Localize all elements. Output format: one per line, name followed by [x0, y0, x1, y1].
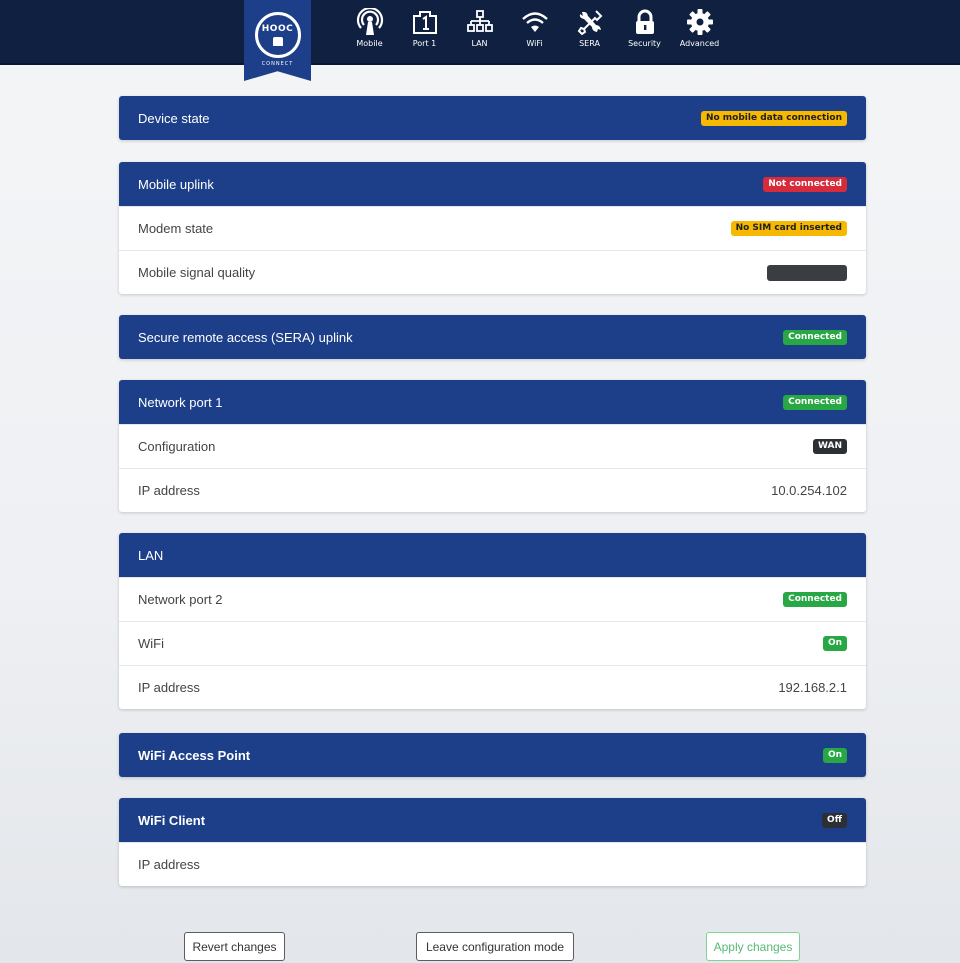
wifi-icon	[521, 12, 548, 32]
mobile-uplink-header[interactable]: Mobile uplink Not connected	[119, 162, 866, 206]
status-badge: Off	[822, 812, 847, 828]
gear-icon	[686, 9, 713, 35]
lock-icon	[635, 9, 654, 34]
logo-text: HOOC	[261, 24, 294, 34]
nav-label: WiFi	[526, 39, 543, 48]
wifi-label: WiFi	[138, 636, 164, 651]
status-badge: On	[822, 636, 847, 651]
ip-address-row: IP address 192.168.2.1	[119, 665, 866, 709]
mobile-uplink-card: Mobile uplink Not connected Modem state …	[119, 162, 866, 294]
apply-changes-button[interactable]: Apply changes	[706, 932, 800, 961]
tools-icon	[577, 10, 602, 36]
main-nav: Mobile Port 1 LAN WiFi SERA Security Adv…	[348, 8, 733, 64]
nav-label: Port 1	[412, 39, 437, 48]
status-badge: Connected	[783, 329, 847, 345]
logo-subtext: CONNECT	[261, 61, 294, 67]
nav-item-sera[interactable]: SERA	[568, 8, 611, 64]
nav-item-port1[interactable]: Port 1	[403, 8, 446, 64]
wifi-access-point-card: WiFi Access Point On	[119, 733, 866, 777]
nav-label: Advanced	[679, 39, 720, 48]
ip-address-label: IP address	[138, 857, 200, 872]
ip-address-value: 10.0.254.102	[771, 483, 847, 498]
configuration-row: Configuration WAN	[119, 424, 866, 468]
network-port2-row: Network port 2 Connected	[119, 577, 866, 621]
mobile-uplink-title: Mobile uplink	[138, 176, 214, 192]
status-badge: No SIM card inserted	[730, 221, 847, 236]
modem-state-row: Modem state No SIM card inserted	[119, 206, 866, 250]
sera-uplink-card: Secure remote access (SERA) uplink Conne…	[119, 315, 866, 359]
signal-quality-label: Mobile signal quality	[138, 265, 256, 280]
configuration-label: Configuration	[138, 439, 216, 454]
network-icon	[466, 10, 493, 32]
device-state-title: Device state	[138, 110, 210, 126]
lan-header[interactable]: LAN	[119, 533, 866, 577]
status-badge: On	[822, 747, 847, 763]
nav-label: Mobile	[356, 39, 383, 48]
revert-changes-button[interactable]: Revert changes	[184, 932, 285, 961]
nav-item-lan[interactable]: LAN	[458, 8, 501, 64]
ip-address-value: 192.168.2.1	[778, 680, 847, 695]
wifi-row: WiFi On	[119, 621, 866, 665]
nav-label: Security	[628, 39, 661, 48]
nav-item-security[interactable]: Security	[623, 8, 666, 64]
sera-uplink-title: Secure remote access (SERA) uplink	[138, 329, 353, 345]
lan-card: LAN Network port 2 Connected WiFi On IP …	[119, 533, 866, 709]
wifi-client-header[interactable]: WiFi Client Off	[119, 798, 866, 842]
ip-address-label: IP address	[138, 483, 200, 498]
wifi-access-point-title: WiFi Access Point	[138, 747, 251, 763]
wifi-client-title: WiFi Client	[138, 812, 206, 828]
nav-item-mobile[interactable]: Mobile	[348, 8, 391, 64]
antenna-icon	[356, 8, 383, 35]
nav-item-wifi[interactable]: WiFi	[513, 8, 556, 64]
status-badge: WAN	[812, 439, 847, 454]
hooc-logo[interactable]: HOOC CONNECT	[244, 0, 311, 81]
status-badge: No mobile data connection	[700, 110, 847, 126]
ip-address-row: IP address 10.0.254.102	[119, 468, 866, 512]
ip-address-label: IP address	[138, 680, 200, 695]
status-badge: Connected	[783, 394, 847, 410]
sera-uplink-header[interactable]: Secure remote access (SERA) uplink Conne…	[119, 315, 866, 359]
network-port1-header[interactable]: Network port 1 Connected	[119, 380, 866, 424]
modem-state-label: Modem state	[138, 221, 214, 236]
port-icon	[412, 11, 437, 34]
network-port1-card: Network port 1 Connected Configuration W…	[119, 380, 866, 512]
top-navigation-bar: HOOC CONNECT Mobile Port 1 LAN WiFi SERA…	[0, 0, 960, 81]
device-state-header[interactable]: Device state No mobile data connection	[119, 96, 866, 140]
nav-label: LAN	[471, 39, 488, 48]
device-state-card: Device state No mobile data connection	[119, 96, 866, 140]
status-badge: Not connected	[763, 176, 847, 192]
ip-address-row: IP address	[119, 842, 866, 886]
status-badge: Connected	[783, 592, 847, 607]
wifi-access-point-header[interactable]: WiFi Access Point On	[119, 733, 866, 777]
signal-quality-bar	[767, 264, 847, 281]
wifi-client-card: WiFi Client Off IP address	[119, 798, 866, 886]
nav-label: SERA	[579, 39, 600, 48]
lan-title: LAN	[138, 547, 164, 563]
logo-circle: HOOC	[254, 12, 301, 58]
network-port1-title: Network port 1	[138, 394, 223, 410]
leave-configuration-mode-button[interactable]: Leave configuration mode	[416, 932, 574, 961]
nav-item-advanced[interactable]: Advanced	[678, 8, 721, 64]
house-icon	[272, 37, 283, 46]
network-port2-label: Network port 2	[138, 592, 223, 607]
signal-quality-row: Mobile signal quality	[119, 250, 866, 294]
